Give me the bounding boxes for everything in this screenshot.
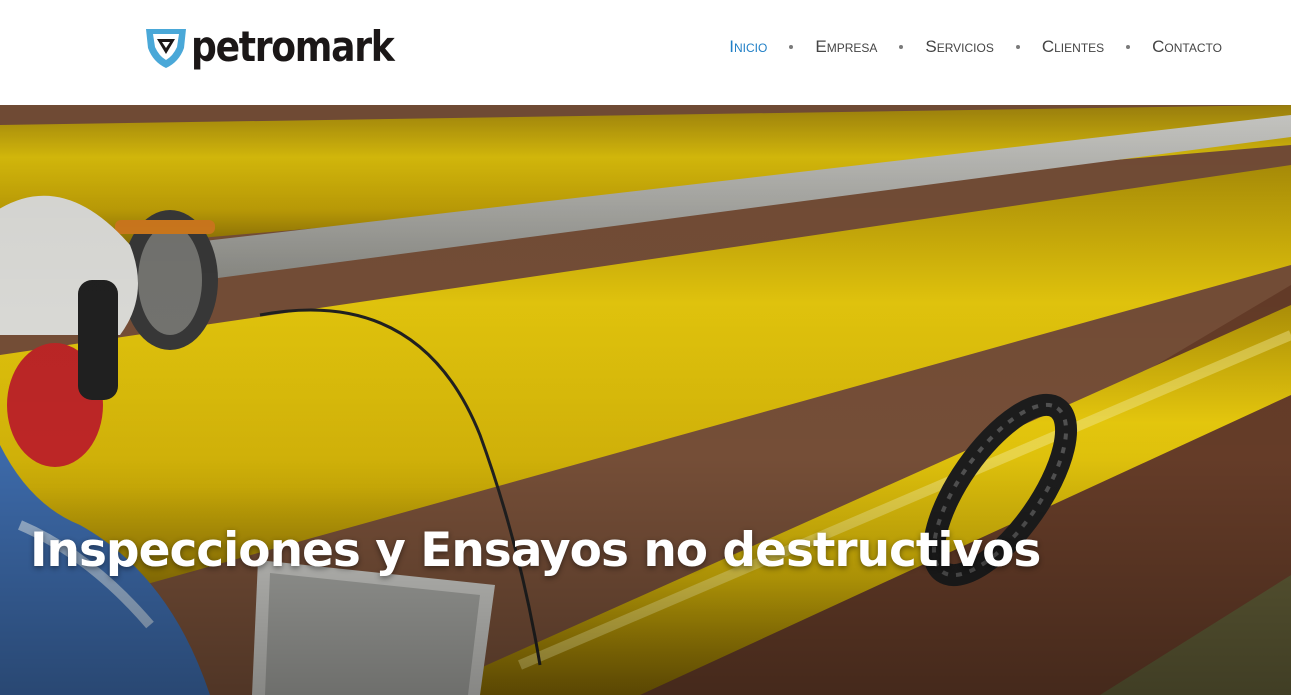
nav-item-servicios[interactable]: Servicios [925, 36, 993, 58]
nav-item-clientes[interactable]: Clientes [1042, 36, 1104, 58]
nav-separator-dot [789, 45, 794, 49]
site-header: petromark Inicio Empresa Servicios Clien… [0, 0, 1291, 105]
nav-item-contacto[interactable]: Contacto [1152, 36, 1222, 58]
nav-item-empresa[interactable]: Empresa [815, 36, 877, 58]
hero-background-image [0, 105, 1291, 695]
nav-separator-dot [1126, 45, 1131, 49]
brand-name: petromark [191, 22, 395, 71]
main-nav: Inicio Empresa Servicios Clientes Contac… [729, 36, 1222, 58]
hero-banner: Inspecciones y Ensayos no destructivos [0, 105, 1291, 695]
nav-separator-dot [1015, 45, 1020, 49]
brand-logo[interactable]: petromark [143, 22, 426, 72]
hero-title: Inspecciones y Ensayos no destructivos [30, 523, 1041, 578]
nav-separator-dot [899, 45, 904, 49]
nav-item-inicio[interactable]: Inicio [729, 36, 767, 58]
shield-logo-icon [146, 29, 186, 68]
